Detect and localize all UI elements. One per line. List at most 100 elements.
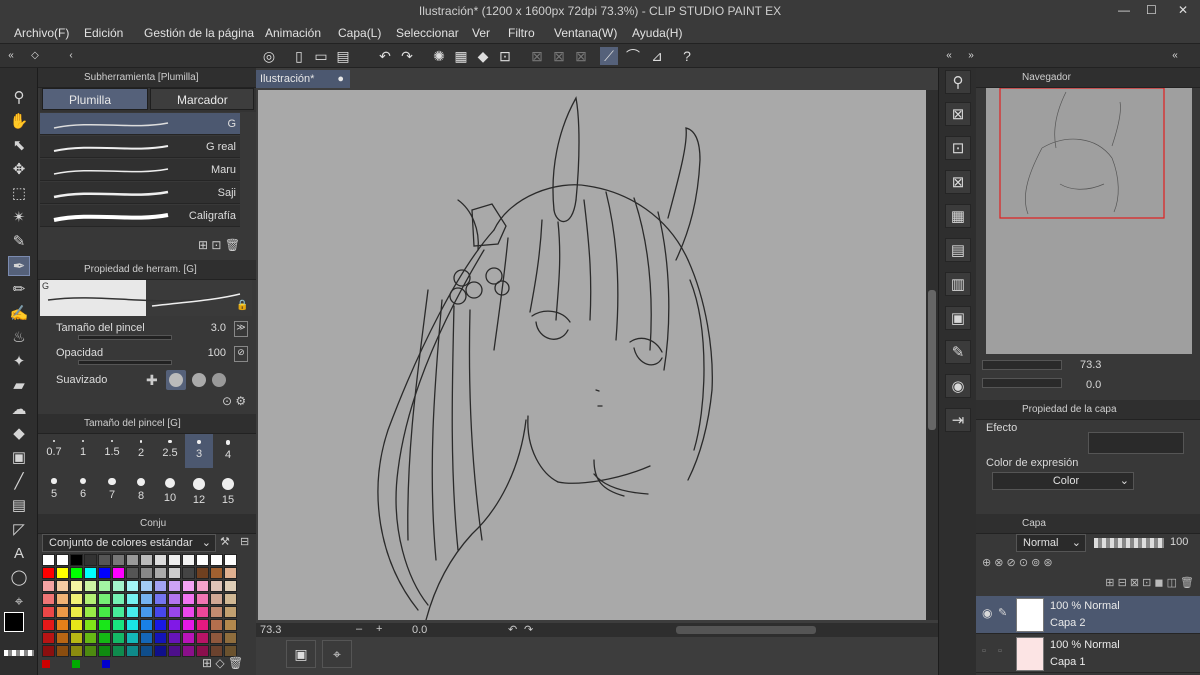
- color-swatch[interactable]: [84, 619, 97, 631]
- settings-icon[interactable]: ⊙: [222, 394, 232, 408]
- clear-icon[interactable]: ▦: [452, 47, 470, 65]
- correct-line-icon[interactable]: ⌖: [8, 592, 30, 612]
- color-swatch[interactable]: [98, 554, 111, 566]
- curve-icon[interactable]: ⌒: [624, 47, 642, 65]
- color-swatch[interactable]: [182, 580, 195, 592]
- rotation-value[interactable]: 0.0: [412, 624, 427, 636]
- color-swatch[interactable]: [224, 619, 237, 631]
- color-swatch[interactable]: [70, 593, 83, 605]
- eyedropper-icon[interactable]: ✎: [8, 232, 30, 252]
- opacity-pressure-icon[interactable]: ⊘: [234, 346, 248, 362]
- export-icon[interactable]: ⇥: [945, 408, 971, 432]
- color-swatch[interactable]: [42, 580, 55, 592]
- color-swatch[interactable]: [154, 580, 167, 592]
- color-swatch[interactable]: [168, 632, 181, 644]
- brush-size-option[interactable]: 1.5: [98, 434, 126, 468]
- color-swatch[interactable]: [70, 567, 83, 579]
- color-swatch[interactable]: [168, 580, 181, 592]
- color-swatch[interactable]: [42, 593, 55, 605]
- drawing-canvas[interactable]: [258, 90, 926, 620]
- transparent-color-swatch[interactable]: [4, 650, 34, 656]
- color-swatch[interactable]: [70, 645, 83, 657]
- color-swatch[interactable]: [196, 632, 209, 644]
- deselect-icon[interactable]: ✺: [430, 47, 448, 65]
- color-swatch[interactable]: [182, 554, 195, 566]
- zoom-out-icon[interactable]: –: [356, 623, 362, 635]
- color-swatch[interactable]: [154, 645, 167, 657]
- color-swatch[interactable]: [182, 645, 195, 657]
- color-swatch[interactable]: [140, 606, 153, 618]
- main-color-swatch[interactable]: [4, 612, 24, 632]
- scroll-thumb[interactable]: [928, 290, 936, 430]
- menu-ver[interactable]: Ver: [472, 26, 490, 40]
- color-swatch[interactable]: [182, 632, 195, 644]
- vertical-scrollbar[interactable]: [926, 90, 938, 620]
- magic-wand-icon[interactable]: ✴: [8, 208, 30, 228]
- brush-size-option[interactable]: 2.5: [156, 434, 184, 468]
- color-swatch[interactable]: [112, 632, 125, 644]
- color-swatch[interactable]: [140, 554, 153, 566]
- color-swatch[interactable]: [154, 632, 167, 644]
- layer-row[interactable]: ▫ ▫ 100 % Normal Capa 1: [976, 635, 1200, 673]
- color-swatch[interactable]: [84, 567, 97, 579]
- color-swatch[interactable]: [210, 580, 223, 592]
- color-swatch[interactable]: [112, 593, 125, 605]
- navigator-rotation-value[interactable]: 0.0: [1086, 379, 1101, 391]
- color-swatch[interactable]: [210, 567, 223, 579]
- clip-studio-icon[interactable]: ◎: [260, 47, 278, 65]
- color-swatch[interactable]: [140, 632, 153, 644]
- menu-seleccionar[interactable]: Seleccionar: [396, 26, 459, 40]
- search-icon[interactable]: ⚲: [945, 70, 971, 94]
- color-swatch[interactable]: [98, 645, 111, 657]
- color-set-dropdown[interactable]: Conjunto de colores estándar ⌄: [42, 534, 216, 552]
- new-subtool-icon[interactable]: ⊡: [211, 238, 221, 252]
- eye-icon[interactable]: ▫: [982, 645, 986, 657]
- collapse-icon[interactable]: ◇: [26, 47, 44, 65]
- lock-icon[interactable]: ▫: [998, 645, 1002, 657]
- color-swatch[interactable]: [42, 645, 55, 657]
- close-tab-icon[interactable]: ●: [337, 70, 344, 88]
- opacity-row[interactable]: Opacidad 100 ⊘: [40, 343, 252, 367]
- color-swatch[interactable]: [126, 554, 139, 566]
- color-swatch[interactable]: [196, 567, 209, 579]
- gradient-icon[interactable]: ▣: [8, 448, 30, 468]
- color-swatch[interactable]: [224, 580, 237, 592]
- color-swatch[interactable]: [112, 619, 125, 631]
- list-icon[interactable]: ▤: [945, 238, 971, 262]
- eye-icon[interactable]: ◉: [982, 606, 992, 620]
- fill-tool-icon[interactable]: ◆: [8, 424, 30, 444]
- antialias-option[interactable]: [212, 373, 226, 387]
- chevron-left-icon[interactable]: ‹: [62, 47, 80, 65]
- blend-tool-icon[interactable]: ☁: [8, 400, 30, 420]
- layer-icon[interactable]: ⊠: [945, 102, 971, 126]
- pen-lock-icon[interactable]: ✎: [998, 606, 1007, 619]
- menu-gestion-pagina[interactable]: Gestión de la página: [144, 26, 254, 40]
- new-file-icon[interactable]: ▯: [290, 47, 308, 65]
- color-swatch[interactable]: [210, 606, 223, 618]
- rotate-left-icon[interactable]: ↶: [508, 623, 517, 636]
- fill-color-icon[interactable]: ◇: [215, 656, 224, 670]
- ruler-icon[interactable]: ⊿: [648, 47, 666, 65]
- blend-mode-dropdown[interactable]: Normal ⌄: [1016, 534, 1086, 552]
- layer-row[interactable]: ◉ ✎ 100 % Normal Capa 2: [976, 596, 1200, 634]
- brush-size-option[interactable]: 5: [40, 472, 68, 506]
- color-swatch[interactable]: [70, 554, 83, 566]
- zoom-in-icon[interactable]: +: [376, 623, 382, 635]
- transform-icon[interactable]: ⊡: [496, 47, 514, 65]
- tab-plumilla[interactable]: Plumilla: [42, 88, 148, 110]
- brush-size-row[interactable]: Tamaño del pincel 3.0 ≫: [40, 318, 252, 342]
- color-swatch[interactable]: [56, 580, 69, 592]
- color-swatch[interactable]: [84, 645, 97, 657]
- timeline-toggle-button[interactable]: ▣: [286, 640, 316, 668]
- color-swatch[interactable]: [98, 606, 111, 618]
- invert-icon[interactable]: ⊠: [572, 47, 590, 65]
- color-swatch[interactable]: [140, 645, 153, 657]
- color-swatch[interactable]: [140, 593, 153, 605]
- menu-animacion[interactable]: Animación: [265, 26, 321, 40]
- menu-edicion[interactable]: Edición: [84, 26, 123, 40]
- color-swatch[interactable]: [168, 645, 181, 657]
- lock-icon[interactable]: 🔒: [236, 300, 248, 311]
- color-swatch[interactable]: [224, 593, 237, 605]
- color-swatch[interactable]: [182, 606, 195, 618]
- airbrush-icon[interactable]: ♨: [8, 328, 30, 348]
